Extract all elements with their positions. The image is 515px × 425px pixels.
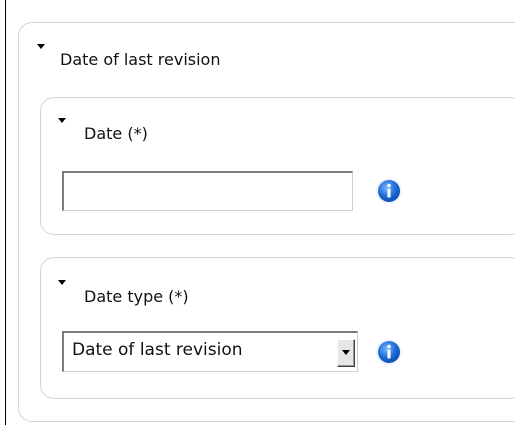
info-icon[interactable]	[375, 177, 403, 205]
dropdown-button[interactable]	[337, 339, 355, 367]
section-date-of-last-revision: Date of last revision Date (*) Date type…	[18, 22, 515, 422]
date-type-field-panel: Date type (*) Date of last revision	[40, 257, 515, 399]
date-type-field-label: Date type (*)	[84, 287, 189, 306]
form-page: Date of last revision Date (*) Date type…	[0, 0, 515, 425]
date-field-label: Date (*)	[84, 124, 148, 143]
info-icon[interactable]	[375, 338, 403, 366]
collapse-triangle-icon[interactable]	[58, 280, 66, 285]
section-title: Date of last revision	[60, 50, 221, 69]
collapse-triangle-icon[interactable]	[58, 118, 66, 123]
date-type-selected-value: Date of last revision	[72, 340, 243, 360]
collapse-triangle-icon[interactable]	[37, 44, 45, 49]
chevron-down-icon	[342, 350, 350, 355]
date-type-select[interactable]: Date of last revision	[62, 331, 358, 372]
left-border-rule	[5, 0, 6, 425]
date-input[interactable]	[62, 171, 353, 211]
date-field-panel: Date (*)	[40, 97, 515, 235]
